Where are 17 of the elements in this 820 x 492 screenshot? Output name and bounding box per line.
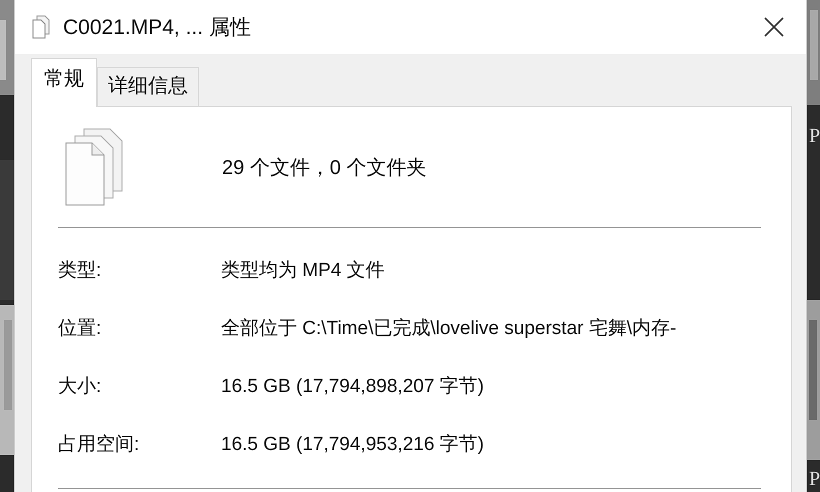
- property-label: 大小:: [58, 375, 102, 399]
- property-value: 16.5 GB (17,794,953,216 字节): [221, 433, 485, 457]
- property-value: 类型均为 MP4 文件: [221, 259, 386, 283]
- close-icon[interactable]: [764, 17, 784, 37]
- property-label: 类型:: [58, 259, 102, 283]
- property-label: 位置:: [58, 317, 102, 341]
- property-label: 占用空间:: [58, 433, 140, 457]
- tab[interactable]: 详细信息: [97, 67, 199, 106]
- background-text: P: [809, 468, 820, 490]
- tab[interactable]: 常规: [31, 58, 97, 107]
- background-text: P: [809, 125, 820, 147]
- property-value: 全部位于 C:\Time\已完成\lovelive superstar 宅舞\内存-: [221, 317, 678, 341]
- files-icon: [64, 127, 124, 207]
- summary-text: 29 个文件，0 个文件夹: [222, 156, 426, 180]
- property-value: 16.5 GB (17,794,898,207 字节): [221, 375, 485, 399]
- window-title: C0021.MP4, ... 属性: [63, 15, 252, 41]
- files-icon: [31, 15, 51, 39]
